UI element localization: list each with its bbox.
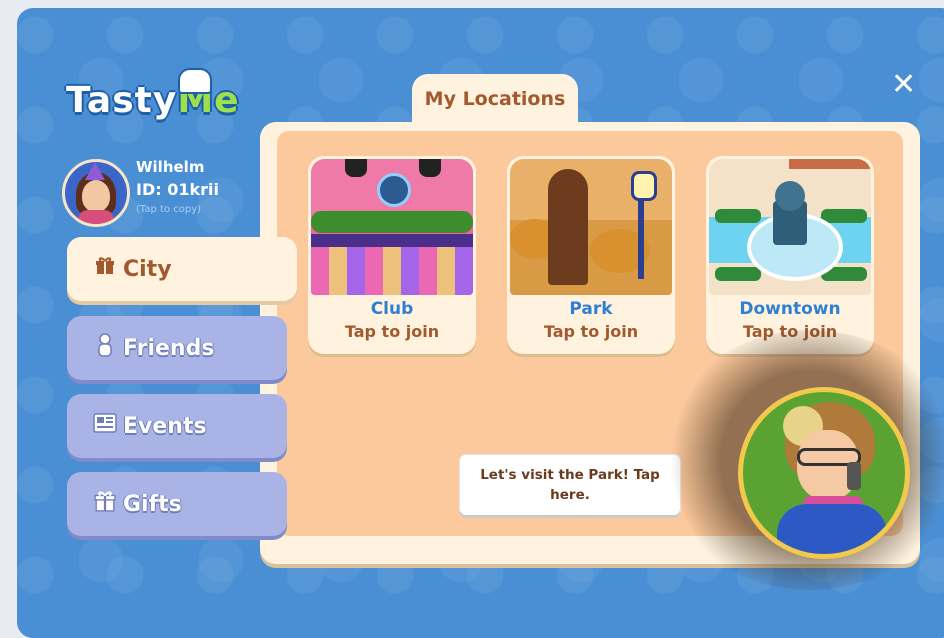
newspaper-icon — [93, 413, 117, 439]
dance-floor — [311, 247, 473, 295]
sidebar-tab-label: Gifts — [123, 491, 182, 517]
sidebar-tab-events[interactable]: Events — [67, 394, 287, 458]
lamp-icon — [631, 171, 657, 201]
avatar-face — [82, 180, 110, 212]
tap-to-copy-hint: (Tap to copy) — [136, 204, 202, 215]
app-logo: TastyMe — [66, 80, 240, 121]
gift-icon — [93, 490, 117, 518]
downtown-hedge — [715, 209, 761, 223]
sidebar-tab-label: Friends — [123, 335, 215, 361]
park-image — [510, 159, 672, 295]
gift-box-icon — [93, 256, 117, 282]
sidebar-tab-gifts[interactable]: Gifts — [67, 472, 287, 536]
park-tree — [548, 169, 588, 285]
sidebar-tab-city[interactable]: City — [67, 237, 297, 301]
logo-text-tasty: Tasty — [66, 80, 178, 121]
profile-name: Wilhelm — [136, 158, 205, 176]
sidebar-tab-label: Events — [123, 413, 207, 439]
downtown-hedge — [821, 209, 867, 223]
party-hat-icon — [85, 162, 105, 180]
close-button[interactable]: ✕ — [891, 70, 916, 100]
location-name: Downtown — [739, 299, 841, 319]
location-cta: Tap to join — [543, 322, 639, 341]
fountain-sphere — [775, 181, 805, 211]
tab-my-locations-label: My Locations — [424, 88, 566, 110]
location-card-downtown[interactable]: Downtown Tap to join — [706, 156, 874, 354]
tab-my-locations[interactable]: My Locations — [412, 74, 578, 126]
location-name: Club — [370, 299, 414, 319]
person-icon — [93, 333, 117, 363]
spotlight-icon — [345, 159, 367, 177]
tutorial-tooltip[interactable]: Let's visit the Park! Tap here. — [460, 455, 680, 515]
club-image — [311, 159, 473, 295]
location-card-park[interactable]: Park Tap to join — [507, 156, 675, 354]
location-name: Park — [569, 299, 613, 319]
club-hedge — [311, 211, 473, 233]
avatar-body — [78, 210, 114, 224]
downtown-hedge — [715, 267, 761, 281]
avatar[interactable] — [62, 159, 130, 227]
club-emblem-icon — [377, 173, 411, 207]
location-card-club[interactable]: Club Tap to join — [308, 156, 476, 354]
profile-id[interactable]: ID: 01krii — [136, 180, 219, 199]
sidebar-tab-label: City — [123, 256, 172, 282]
downtown-roof — [789, 159, 871, 169]
guide-body — [777, 504, 887, 554]
sidebar-tab-friends[interactable]: Friends — [67, 316, 287, 380]
guide-character-avatar[interactable] — [738, 387, 910, 559]
spotlight-icon — [419, 159, 441, 177]
downtown-image — [709, 159, 871, 295]
phone-icon — [847, 462, 861, 490]
location-cta: Tap to join — [344, 322, 440, 341]
chef-hat-icon — [178, 68, 212, 94]
